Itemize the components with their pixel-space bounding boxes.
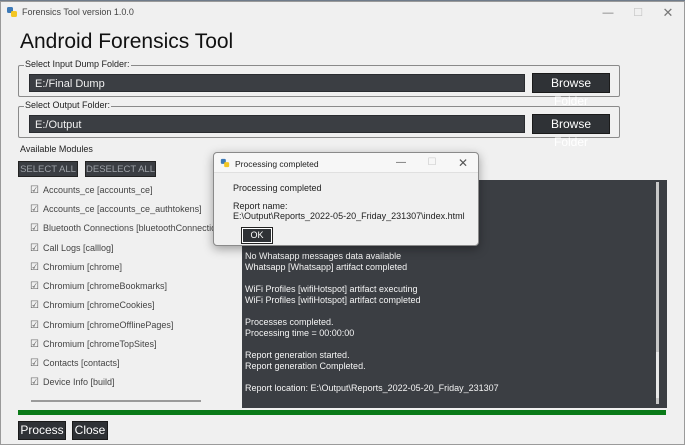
module-item[interactable]: ☑ Bluetooth Connections [bluetoothConnect… [30,223,216,241]
checkbox-icon[interactable]: ☑ [30,339,40,350]
checkbox-icon[interactable]: ☑ [30,281,40,292]
dialog-minimize-button[interactable]: — [392,156,410,170]
module-label: Call Logs [calllog] [43,243,114,253]
modules-list: ☑ Accounts_ce [accounts_ce] ☑ Accounts_ce … [18,180,226,402]
checkbox-icon[interactable]: ☑ [30,223,40,234]
processing-completed-dialog: Processing completed — ☐ ✕ Processing co… [213,152,479,246]
log-line: Processes completed. [245,317,334,327]
module-label: Accounts_ce [accounts_ce_authtokens] [43,204,202,214]
log-line: WiFi Profiles [wifiHotspot] artifact exe… [245,284,418,294]
module-label: Chromium [chromeOfflinePages] [43,320,174,330]
module-item[interactable]: ☑ Chromium [chromeOfflinePages] [30,320,173,338]
maximize-button[interactable]: ☐ [627,5,649,21]
log-line: Report generation Completed. [245,361,366,371]
python-icon [220,158,230,168]
checkbox-icon[interactable]: ☑ [30,358,40,369]
module-label: Chromium [chrome] [43,262,123,272]
checkbox-icon[interactable]: ☑ [30,320,40,331]
module-label: Accounts_ce [accounts_ce] [43,185,153,195]
page-title: Android Forensics Tool [20,30,234,53]
module-item[interactable]: ☑ Device Info [build] [30,377,115,395]
browse-input-button[interactable]: Browse Folder [532,73,610,108]
ok-button[interactable]: OK [241,227,273,244]
dialog-close-button[interactable]: ✕ [454,156,472,170]
dialog-message: Processing completed [233,183,322,193]
close-window-button[interactable]: ✕ [657,5,679,21]
log-line: Whatsapp [Whatsapp] artifact completed [245,262,408,272]
input-folder-field[interactable]: E:/Final Dump [29,74,525,92]
report-name-label: Report name: [233,201,288,211]
log-line: Processing time = 00:00:00 [245,328,355,338]
output-folder-field[interactable]: E:/Output [29,115,525,133]
progress-bar [18,410,666,415]
modules-horizontal-scrollbar[interactable] [31,400,201,402]
module-item[interactable]: ☑ Chromium [chrome] [30,262,122,280]
select-all-button[interactable]: SELECT ALL [18,161,78,177]
checkbox-icon[interactable]: ☑ [30,262,40,273]
dialog-title-bar: Processing completed — ☐ ✕ [214,153,478,173]
module-item[interactable]: ☑ Call Logs [calllog] [30,243,114,261]
report-path: E:\Output\Reports_2022-05-20_Friday_2313… [233,211,465,221]
module-item[interactable]: ☑ Contacts [contacts] [30,358,120,376]
dialog-maximize-button[interactable]: ☐ [423,156,441,170]
log-scrollbar-thumb[interactable] [656,352,659,398]
modules-label: Available Modules [20,144,93,154]
process-button[interactable]: Process [18,421,66,440]
output-folder-legend: Select Output Folder: [24,100,112,110]
module-item[interactable]: ☑ Chromium [chromeTopSites] [30,339,157,357]
log-line: Report generation started. [245,350,350,360]
module-label: Chromium [chromeTopSites] [43,339,157,349]
module-label: Bluetooth Connections [bluetoothConnecti… [43,223,217,233]
module-label: Contacts [contacts] [43,358,120,368]
input-folder-group: Select Input Dump Folder: E:/Final Dump … [18,59,620,108]
module-label: Device Info [build] [43,377,115,387]
dialog-title: Processing completed [235,159,319,169]
input-folder-legend: Select Input Dump Folder: [24,59,131,69]
python-icon [7,7,17,17]
checkbox-icon[interactable]: ☑ [30,185,40,196]
close-button[interactable]: Close [72,421,108,440]
progress-fill [18,410,666,415]
deselect-all-button[interactable]: DESELECT ALL [85,161,156,177]
log-line: Report location: E:\Output\Reports_2022-… [245,383,499,393]
module-item[interactable]: ☑ Accounts_ce [accounts_ce] [30,185,153,203]
checkbox-icon[interactable]: ☑ [30,300,40,311]
module-item[interactable]: ☑ Chromium [chromeBookmarks] [30,281,167,299]
window-title: Forensics Tool version 1.0.0 [22,7,134,17]
module-label: Chromium [chromeBookmarks] [43,281,168,291]
checkbox-icon[interactable]: ☑ [30,204,40,215]
log-line: WiFi Profiles [wifiHotspot] artifact com… [245,295,421,305]
browse-output-button[interactable]: Browse Folder [532,114,610,149]
output-folder-group: Select Output Folder: E:/Output Browse F… [18,100,620,149]
module-item[interactable]: ☑ Chromium [chromeCookies] [30,300,155,318]
title-bar: Forensics Tool version 1.0.0 — ☐ ✕ [1,2,684,24]
log-line: No Whatsapp messages data available [245,251,402,261]
module-label: Chromium [chromeCookies] [43,300,155,310]
minimize-button[interactable]: — [597,5,619,21]
checkbox-icon[interactable]: ☑ [30,377,40,388]
checkbox-icon[interactable]: ☑ [30,243,40,254]
module-item[interactable]: ☑ Accounts_ce [accounts_ce_authtokens] [30,204,202,222]
